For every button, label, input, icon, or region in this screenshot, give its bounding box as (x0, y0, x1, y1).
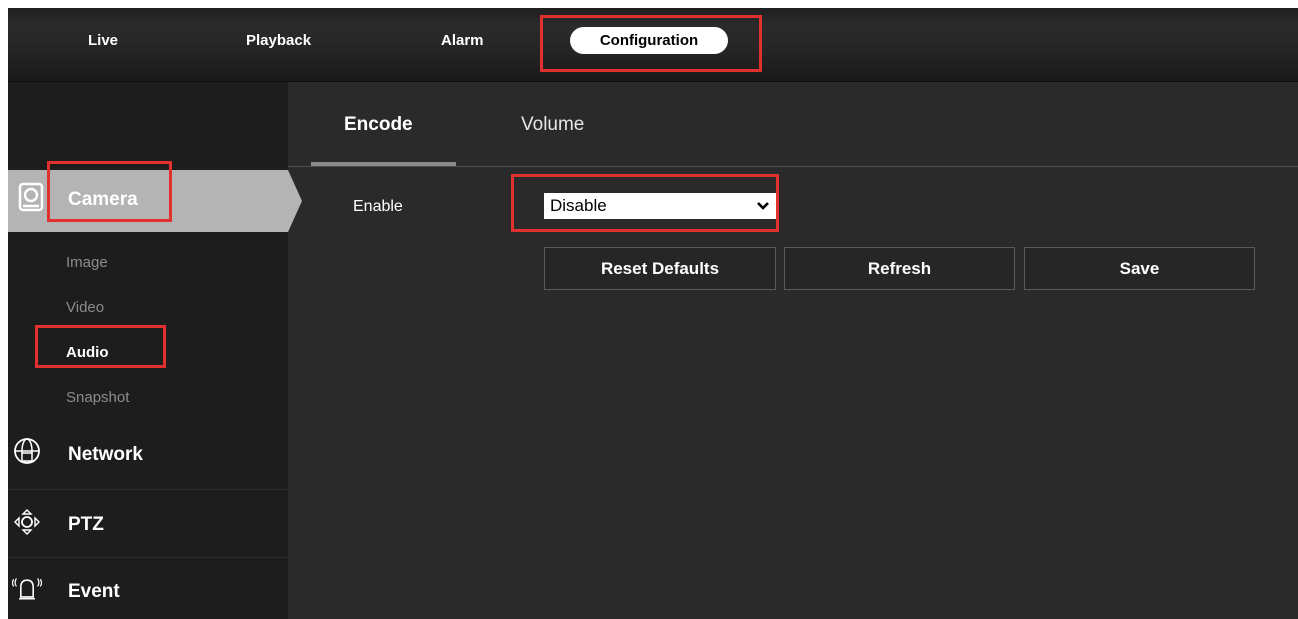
sidebar-header (8, 82, 288, 170)
nav-playback[interactable]: Playback (246, 28, 311, 54)
sidebar-item-camera[interactable]: Camera (8, 170, 288, 232)
sidebar-subitem-video[interactable]: Video (66, 299, 104, 316)
chevron-down-icon (757, 202, 769, 210)
ptz-arrows-icon (14, 509, 40, 535)
sidebar-item-camera-label: Camera (68, 189, 138, 210)
sidebar-item-ptz[interactable]: PTZ (8, 489, 288, 558)
sidebar-subitem-audio[interactable]: Audio (66, 344, 109, 361)
sidebar-item-event-label: Event (68, 581, 120, 602)
enable-select[interactable]: Disable (544, 193, 776, 219)
tab-volume[interactable]: Volume (521, 114, 584, 136)
reset-defaults-button[interactable]: Reset Defaults (544, 247, 776, 290)
sidebar-item-network[interactable]: Network (8, 421, 288, 489)
network-globe-icon (14, 438, 40, 464)
refresh-button[interactable]: Refresh (784, 247, 1015, 290)
top-nav-bar: Live Playback Alarm Configuration (8, 8, 1298, 82)
nav-live[interactable]: Live (88, 28, 118, 54)
sidebar-subitem-image[interactable]: Image (66, 254, 108, 271)
sidebar: Camera Image Video Audio Snapshot Networ… (8, 82, 288, 619)
active-item-pointer (288, 170, 302, 232)
active-tab-indicator (311, 162, 456, 166)
enable-select-value: Disable (550, 196, 607, 215)
sidebar-item-network-label: Network (68, 444, 143, 465)
tab-bar: Encode Volume (288, 82, 1298, 167)
tab-encode[interactable]: Encode (344, 114, 413, 136)
sidebar-item-ptz-label: PTZ (68, 514, 104, 535)
sidebar-subitem-snapshot[interactable]: Snapshot (66, 389, 129, 406)
save-button[interactable]: Save (1024, 247, 1255, 290)
enable-label: Enable (353, 198, 403, 215)
camera-icon (18, 182, 44, 212)
sidebar-item-event[interactable]: Event (8, 557, 288, 619)
alarm-bell-icon (12, 578, 42, 600)
nav-alarm[interactable]: Alarm (441, 28, 484, 54)
app-window: Live Playback Alarm Configuration Camera… (8, 8, 1298, 619)
nav-configuration[interactable]: Configuration (570, 27, 728, 54)
